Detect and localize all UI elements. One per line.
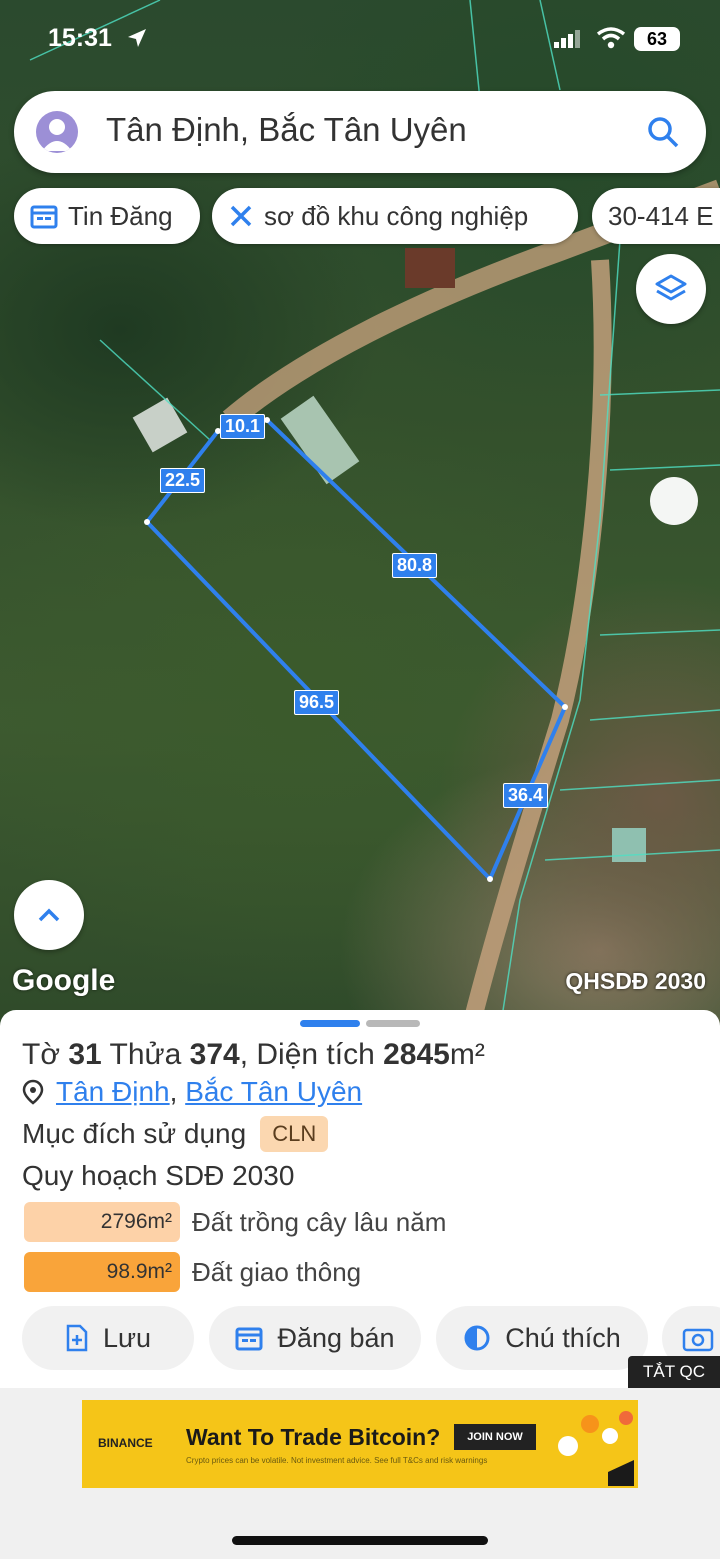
sheet-number: 31 (68, 1038, 102, 1071)
wifi-icon (596, 27, 626, 49)
post-for-sale-button[interactable]: Đăng bán (209, 1306, 421, 1370)
commune-link[interactable]: Tân Định (56, 1076, 170, 1108)
map-layer-label: QHSDĐ 2030 (565, 968, 706, 994)
action-bar: Lưu Đăng bán Chú thích (0, 1306, 720, 1370)
ad-brand: BINANCE (98, 1436, 153, 1450)
home-indicator[interactable] (232, 1536, 488, 1545)
chip-label: 30-414 E (608, 200, 714, 231)
search-icon[interactable] (646, 115, 680, 149)
sheet-prefix: Tờ (22, 1038, 60, 1071)
ad-banner[interactable]: BINANCE Want To Trade Bitcoin? JOIN NOW … (82, 1400, 638, 1488)
chip-label: Tin Đăng (68, 200, 173, 231)
plan-title: Quy hoạch SDĐ 2030 (22, 1160, 295, 1191)
plan-area-bar: 98.9m² (24, 1252, 180, 1292)
edge-length-label: 80.8 (392, 553, 438, 578)
plan-item: 2796m² Đất trồng cây lâu năm (24, 1202, 446, 1242)
sheet-handle[interactable] (366, 1020, 420, 1027)
plan-area-bar: 2796m² (24, 1202, 180, 1242)
parcel-outline (144, 417, 568, 883)
edge-length-label: 10.1 (220, 414, 266, 439)
post-for-sale-label: Đăng bán (277, 1322, 395, 1353)
area-unit: m² (449, 1038, 485, 1071)
land-purpose: Mục đích sử dụng CLN (22, 1116, 329, 1152)
area-prefix: Diện tích (256, 1038, 375, 1071)
cellular-signal-icon (554, 30, 580, 48)
contrast-icon (464, 1325, 490, 1351)
layers-icon (655, 274, 687, 301)
save-button[interactable]: Lưu (22, 1306, 194, 1370)
google-logo: Google (12, 964, 116, 997)
edge-length-label: 96.5 (294, 690, 340, 715)
edge-length-label: 22.5 (160, 468, 206, 493)
close-ad-button[interactable]: TẮT QC (628, 1356, 720, 1388)
plan-item-label: Đất giao thông (192, 1256, 362, 1287)
ad-join-button[interactable]: JOIN NOW (454, 1424, 536, 1450)
chip-tin-dang[interactable]: Tin Đăng (14, 188, 200, 244)
user-icon (42, 119, 72, 151)
purpose-label: Mục đích sử dụng (22, 1118, 247, 1149)
sheet-handle-active[interactable] (300, 1020, 360, 1027)
ad-container: BINANCE Want To Trade Bitcoin? JOIN NOW … (0, 1388, 720, 1559)
status-time: 15:31 (48, 24, 112, 52)
status-bar: 15:31 63 (0, 22, 720, 58)
camera-icon (682, 1328, 714, 1352)
chip-label: sơ đồ khu công nghiệp (264, 200, 529, 231)
map-pin-icon (22, 1079, 44, 1105)
plot-prefix: Thửa (109, 1038, 182, 1071)
district-link[interactable]: Bắc Tân Uyên (185, 1076, 362, 1108)
edge-length-label: 36.4 (503, 783, 549, 808)
plan-item-label: Đất trồng cây lâu năm (192, 1206, 447, 1237)
expand-up-button[interactable] (14, 880, 84, 950)
legend-button[interactable]: Chú thích (436, 1306, 648, 1370)
chip-so-do-khu-cong-nghiep[interactable]: sơ đồ khu công nghiệp (212, 188, 578, 244)
calendar-icon (235, 1327, 263, 1351)
calendar-icon (30, 205, 58, 229)
layers-button[interactable] (636, 254, 706, 324)
battery-indicator: 63 (634, 27, 680, 51)
coins-icon (558, 1411, 634, 1486)
save-icon (66, 1324, 88, 1352)
tools-icon (230, 205, 252, 227)
parcel-location: Tân Định , Bắc Tân Uyên (22, 1076, 362, 1108)
search-query[interactable]: Tân Định, Bắc Tân Uyên (106, 111, 467, 149)
map-view[interactable]: 10.1 22.5 80.8 96.5 36.4 15:31 63 Tân Đị… (0, 0, 720, 1030)
area-value: 2845 (383, 1038, 450, 1071)
ad-headline: Want To Trade Bitcoin? (186, 1424, 441, 1450)
purpose-badge: CLN (260, 1116, 329, 1152)
parcel-title: Tờ 31 Thửa 374, Diện tích 2845m² (22, 1038, 485, 1071)
chevron-up-icon (38, 908, 60, 922)
save-label: Lưu (102, 1322, 152, 1353)
avatar[interactable] (36, 111, 78, 153)
plot-number: 374 (189, 1038, 240, 1071)
location-arrow-icon (128, 29, 146, 47)
parcel-info-sheet[interactable]: Tờ 31 Thửa 374, Diện tích 2845m² Tân Địn… (0, 1010, 720, 1390)
plan-item: 98.9m² Đất giao thông (24, 1252, 361, 1292)
filter-chips: Tin Đăng sơ đồ khu công nghiệp 30-414 E (14, 188, 720, 244)
search-bar[interactable]: Tân Định, Bắc Tân Uyên (14, 91, 706, 173)
chip-30-414[interactable]: 30-414 E (592, 188, 720, 244)
legend-label: Chú thích (505, 1322, 621, 1353)
ad-disclaimer: Crypto prices can be volatile. Not inves… (186, 1456, 488, 1465)
map-handle-dot[interactable] (650, 477, 698, 525)
